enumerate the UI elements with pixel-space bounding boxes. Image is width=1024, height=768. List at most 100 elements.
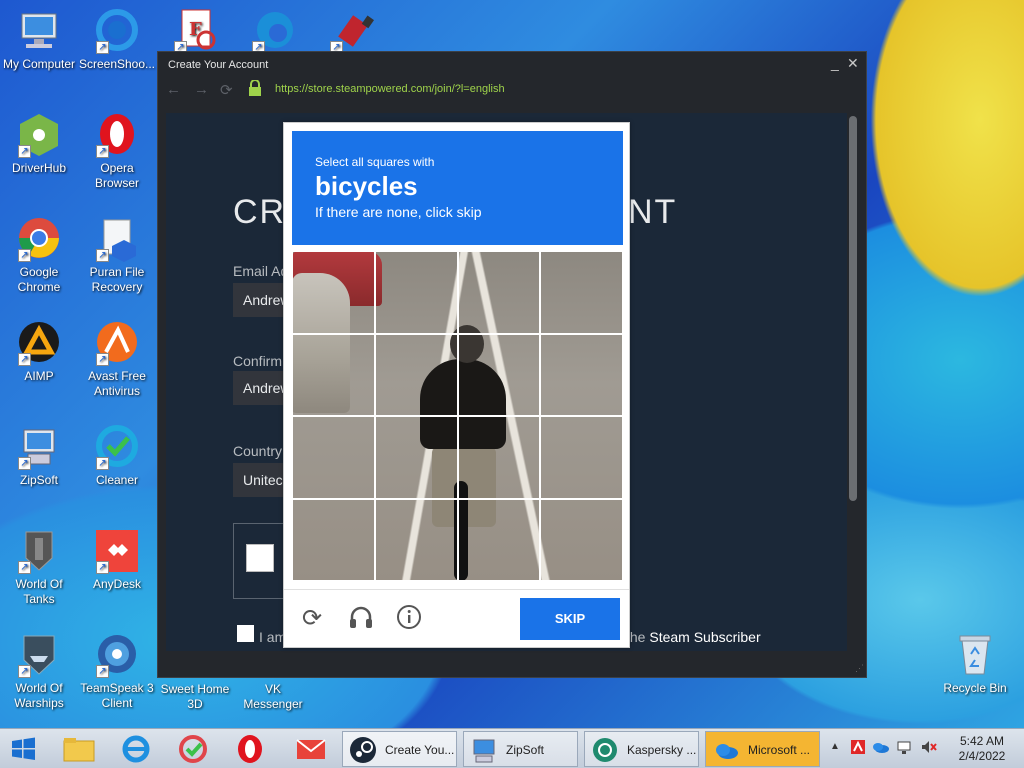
window-titlebar[interactable]: Create Your Account _ ✕ — [158, 52, 866, 78]
taskbar-task-label: Kaspersky ... — [627, 743, 697, 757]
forward-icon[interactable]: → — [194, 81, 209, 98]
desktop-icon-cleaner[interactable]: ↗ Cleaner — [78, 424, 156, 488]
captcha-keyword: bicycles — [315, 171, 418, 201]
agree-checkbox[interactable] — [237, 625, 254, 642]
captcha-tile[interactable] — [540, 416, 623, 499]
confirm-email-label: Confirm — [233, 353, 283, 369]
anydesk-icon: ↗ — [94, 528, 140, 574]
subscriber-agreement-link[interactable]: Steam Subscriber — [649, 629, 760, 645]
reload-icon[interactable]: ⟳ — [302, 604, 322, 633]
avast-icon: ↗ — [94, 320, 140, 366]
captcha-tile[interactable] — [457, 333, 541, 416]
close-button[interactable]: ✕ — [847, 55, 859, 72]
desktop-icon-label: Cleaner — [95, 473, 139, 487]
desktop-icon-world-of-tanks[interactable]: ↗ World Of Tanks — [0, 528, 78, 607]
opera-taskbar-icon[interactable] — [231, 733, 269, 765]
desktop-icon-recycle-bin[interactable]: Recycle Bin — [936, 632, 1014, 696]
scrollbar[interactable] — [847, 113, 859, 651]
minimize-button[interactable]: _ — [831, 55, 839, 71]
desktop-icon-usb[interactable]: ↗ — [312, 8, 390, 57]
refresh-icon[interactable]: ⟳ — [220, 81, 233, 99]
taskbar-task-steam[interactable]: Create You... — [342, 731, 457, 767]
captcha-tile[interactable] — [540, 251, 623, 334]
scrollbar-thumb[interactable] — [849, 116, 857, 501]
captcha-tile[interactable] — [292, 333, 375, 416]
skip-button[interactable]: SKIP — [520, 598, 620, 640]
audio-challenge-icon[interactable] — [348, 604, 374, 637]
captcha-tile[interactable] — [292, 251, 375, 334]
volume-muted-icon[interactable] — [920, 739, 938, 760]
desktop-icon-vk-messenger[interactable]: VK Messenger — [234, 682, 312, 712]
captcha-instruction: Select all squares with — [315, 155, 435, 169]
show-hidden-icons-icon[interactable]: ▲ — [830, 741, 840, 752]
desktop-icon-opera[interactable]: ↗ Opera Browser — [78, 112, 156, 191]
captcha-tile[interactable] — [292, 416, 375, 499]
desktop-icon-teamspeak[interactable]: ↗ TeamSpeak 3 Client — [78, 632, 156, 711]
onedrive-icon — [712, 736, 740, 764]
teamspeak-icon: ↗ — [94, 632, 140, 678]
mail-icon[interactable] — [292, 733, 330, 765]
desktop-icon-world-of-warships[interactable]: ↗ World Of Warships — [0, 632, 78, 711]
puran-icon: ↗ — [94, 216, 140, 262]
captcha-hint: If there are none, click skip — [315, 204, 482, 220]
taskbar-task-zipsoft[interactable]: ZipSoft — [463, 731, 578, 767]
captcha-tile[interactable] — [457, 416, 541, 499]
captcha-footer: ⟳ SKIP — [284, 589, 629, 647]
screenshot-icon: ↗ — [94, 8, 140, 54]
opera-icon: ↗ — [94, 112, 140, 158]
recaptcha-checkbox[interactable] — [246, 544, 274, 572]
warships-icon: ↗ — [16, 632, 62, 678]
captcha-header: Select all squares with bicycles If ther… — [292, 131, 623, 245]
zipsoft-icon — [470, 736, 498, 764]
captcha-image-grid — [292, 251, 623, 581]
captcha-tile[interactable] — [374, 498, 458, 581]
resize-grip-icon[interactable]: ⋰ — [855, 663, 864, 674]
onedrive-tray-icon[interactable] — [872, 739, 890, 760]
desktop-icon-anydesk[interactable]: ↗ AnyDesk — [78, 528, 156, 592]
captcha-tile[interactable] — [457, 251, 541, 334]
desktop-icon-label: My Computer — [2, 57, 76, 71]
desktop-icon-foxit[interactable]: F ↗ — [156, 8, 234, 57]
info-icon[interactable] — [396, 604, 422, 637]
taskbar-task-onedrive[interactable]: Microsoft ... — [705, 731, 820, 767]
address-bar[interactable]: https://store.steampowered.com/join/?l=e… — [275, 83, 505, 95]
desktop-icon-label: World Of Warships — [14, 681, 64, 710]
chrome-icon: ↗ — [16, 216, 62, 262]
taskbar: Create You... ZipSoft Kaspersky ... Micr… — [0, 728, 1024, 768]
steam-icon — [349, 736, 377, 764]
tanks-icon: ↗ — [16, 528, 62, 574]
desktop-icon-label: World Of Tanks — [15, 577, 63, 606]
clock[interactable]: 5:42 AM 2/4/2022 — [952, 734, 1012, 764]
desktop-icon-sweet-home-3d[interactable]: Sweet Home 3D — [156, 682, 234, 712]
antivirus-tray-icon[interactable] — [850, 739, 866, 760]
network-icon[interactable] — [896, 739, 914, 760]
captcha-tile[interactable] — [374, 416, 458, 499]
cleaner-icon: ↗ — [94, 424, 140, 470]
captcha-tile[interactable] — [292, 498, 375, 581]
captcha-tile[interactable] — [540, 333, 623, 416]
cleaner-taskbar-icon[interactable] — [174, 733, 212, 765]
taskbar-task-kaspersky[interactable]: Kaspersky ... — [584, 731, 699, 767]
desktop-icon-zipsoft[interactable]: ↗ ZipSoft — [0, 424, 78, 488]
desktop-icon-label: AIMP — [24, 369, 54, 383]
desktop-icon-screenshooter[interactable]: ↗ ScreenShoo... — [78, 8, 156, 72]
desktop-icon-puran[interactable]: ↗ Puran File Recovery — [78, 216, 156, 295]
internet-explorer-icon[interactable] — [117, 733, 155, 765]
window-title: Create Your Account — [168, 59, 269, 71]
back-icon[interactable]: ← — [166, 81, 181, 98]
desktop-icon-edge[interactable]: ↗ — [234, 8, 312, 57]
captcha-tile[interactable] — [374, 251, 458, 334]
start-button[interactable] — [4, 733, 42, 765]
captcha-tile[interactable] — [374, 333, 458, 416]
email-label: Email Ad — [233, 263, 289, 279]
captcha-tile[interactable] — [540, 498, 623, 581]
desktop-icon-driverhub[interactable]: ↗ DriverHub — [0, 112, 78, 176]
desktop-icon-my-computer[interactable]: My Computer — [0, 8, 78, 72]
desktop-icon-chrome[interactable]: ↗ Google Chrome — [0, 216, 78, 295]
desktop-icon-aimp[interactable]: ↗ AIMP — [0, 320, 78, 384]
usb-icon: ↗ — [328, 8, 375, 54]
captcha-tile[interactable] — [457, 498, 541, 581]
desktop-icon-avast[interactable]: ↗ Avast Free Antivirus — [78, 320, 156, 399]
file-explorer-icon[interactable] — [60, 733, 98, 765]
taskbar-task-label: Create You... — [385, 743, 455, 757]
